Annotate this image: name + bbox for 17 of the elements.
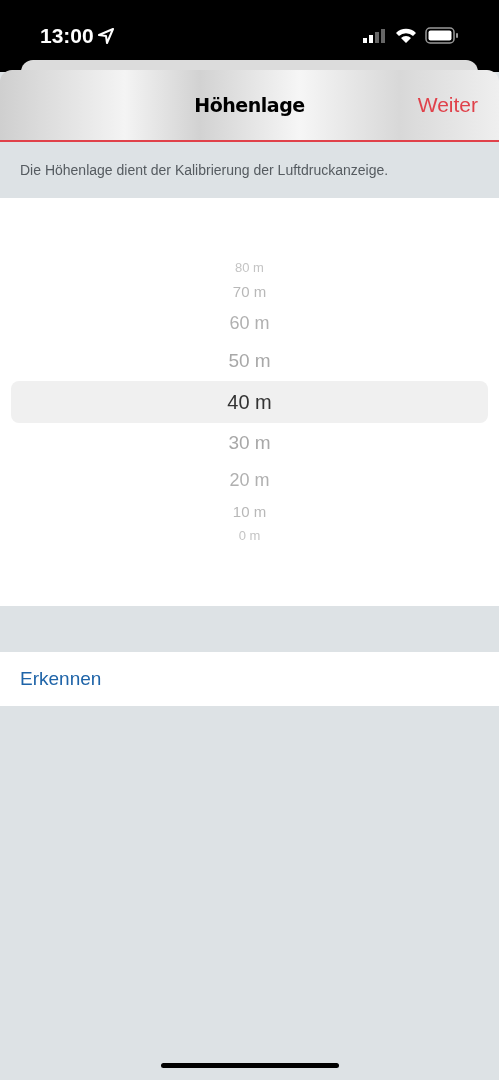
picker-option[interactable]: 50 m xyxy=(228,341,271,381)
picker-option[interactable]: 30 m xyxy=(228,423,271,463)
screen-title: Höhenlage xyxy=(194,92,305,118)
description-text: Die Höhenlage dient der Kalibrierung der Luftdruckanzeige. xyxy=(20,160,389,180)
battery-icon xyxy=(425,27,459,45)
next-button[interactable]: Weiter xyxy=(417,89,478,121)
location-arrow-icon xyxy=(97,27,114,44)
picker-option[interactable]: 60 m xyxy=(229,306,270,341)
status-time: 13:00 xyxy=(40,23,94,49)
picker-option[interactable]: 70 m xyxy=(232,278,267,306)
picker-option[interactable]: 20 m xyxy=(229,463,270,498)
detect-button[interactable]: Erkennen xyxy=(20,664,102,694)
picker-option[interactable]: 40 m xyxy=(227,381,272,423)
picker-option[interactable]: 80 m xyxy=(235,258,264,278)
wifi-icon xyxy=(395,27,417,44)
picker-option[interactable]: 10 m xyxy=(232,498,267,526)
signal-icon xyxy=(363,28,387,43)
